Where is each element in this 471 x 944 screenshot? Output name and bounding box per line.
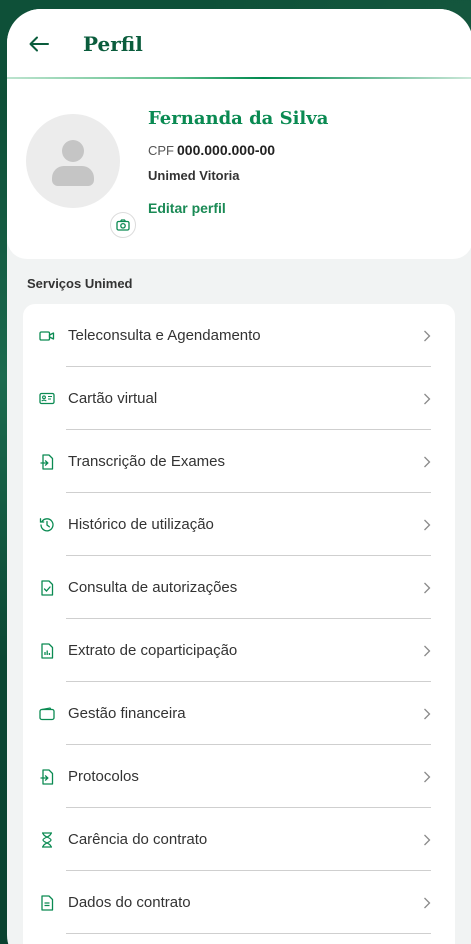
menu-item-gestao-financeira[interactable]: Gestão financeira bbox=[23, 682, 455, 745]
id-card-icon bbox=[39, 391, 55, 407]
camera-icon bbox=[116, 219, 130, 231]
services-menu: Teleconsulta e Agendamento Cartão virtua… bbox=[23, 304, 455, 944]
profile-cpf: CPF 000.000.000-00 bbox=[148, 142, 275, 158]
menu-item-label: Gestão financeira bbox=[68, 705, 186, 722]
chevron-right-icon bbox=[421, 708, 433, 720]
avatar-placeholder-head bbox=[62, 140, 84, 162]
back-button[interactable] bbox=[27, 32, 51, 56]
menu-item-cartao-virtual[interactable]: Cartão virtual bbox=[23, 367, 455, 430]
menu-item-historico[interactable]: Histórico de utilização bbox=[23, 493, 455, 556]
menu-item-autorizacoes[interactable]: Consulta de autorizações bbox=[23, 556, 455, 619]
chevron-right-icon bbox=[421, 330, 433, 342]
profile-card: Fernanda da Silva CPF 000.000.000-00 Unim… bbox=[7, 79, 471, 259]
document-check-icon bbox=[39, 579, 55, 596]
chevron-right-icon bbox=[421, 393, 433, 405]
video-camera-icon bbox=[39, 328, 55, 344]
document-transfer-icon bbox=[39, 768, 55, 785]
hourglass-icon bbox=[39, 831, 55, 848]
document-chart-icon bbox=[39, 642, 55, 659]
profile-unit: Unimed Vitoria bbox=[148, 168, 240, 183]
menu-item-protocolos[interactable]: Protocolos bbox=[23, 745, 455, 808]
history-icon bbox=[39, 517, 55, 533]
edit-profile-link[interactable]: Editar perfil bbox=[148, 200, 226, 216]
menu-item-carencia[interactable]: Carência do contrato bbox=[23, 808, 455, 871]
menu-item-teleconsulta[interactable]: Teleconsulta e Agendamento bbox=[23, 304, 455, 367]
section-title: Serviços Unimed bbox=[27, 276, 133, 291]
document-text-icon bbox=[39, 894, 55, 911]
app-screen: Perfil Fernanda da Silva CPF 000.000.000-… bbox=[7, 9, 471, 944]
cpf-value: 000.000.000-00 bbox=[177, 142, 276, 158]
chevron-right-icon bbox=[421, 645, 433, 657]
chevron-right-icon bbox=[421, 834, 433, 846]
menu-item-extrato[interactable]: Extrato de coparticipação bbox=[23, 619, 455, 682]
chevron-right-icon bbox=[421, 771, 433, 783]
menu-item-label: Extrato de coparticipação bbox=[68, 642, 238, 659]
menu-item-label: Cartão virtual bbox=[68, 390, 158, 407]
menu-item-label: Carência do contrato bbox=[68, 831, 208, 848]
menu-item-label: Transcrição de Exames bbox=[68, 453, 226, 470]
wallet-icon bbox=[39, 706, 55, 722]
top-bar: Perfil bbox=[7, 9, 471, 79]
menu-item-label: Dados do contrato bbox=[68, 894, 191, 911]
menu-item-label: Teleconsulta e Agendamento bbox=[68, 327, 261, 344]
document-transfer-icon bbox=[39, 453, 55, 470]
menu-item-label: Histórico de utilização bbox=[68, 516, 214, 533]
menu-item-dados-contrato[interactable]: Dados do contrato bbox=[23, 871, 455, 934]
avatar-placeholder-body bbox=[52, 166, 94, 186]
chevron-right-icon bbox=[421, 519, 433, 531]
arrow-left-icon bbox=[29, 36, 49, 52]
page-title: Perfil bbox=[83, 32, 143, 56]
cpf-label: CPF bbox=[148, 143, 174, 158]
menu-item-label: Protocolos bbox=[68, 768, 139, 785]
chevron-right-icon bbox=[421, 582, 433, 594]
chevron-right-icon bbox=[421, 897, 433, 909]
menu-item-transcricao-exames[interactable]: Transcrição de Exames bbox=[23, 430, 455, 493]
menu-item-label: Consulta de autorizações bbox=[68, 579, 238, 596]
chevron-right-icon bbox=[421, 456, 433, 468]
avatar[interactable] bbox=[26, 114, 136, 238]
profile-name: Fernanda da Silva bbox=[148, 108, 329, 129]
change-photo-button[interactable] bbox=[110, 212, 136, 238]
